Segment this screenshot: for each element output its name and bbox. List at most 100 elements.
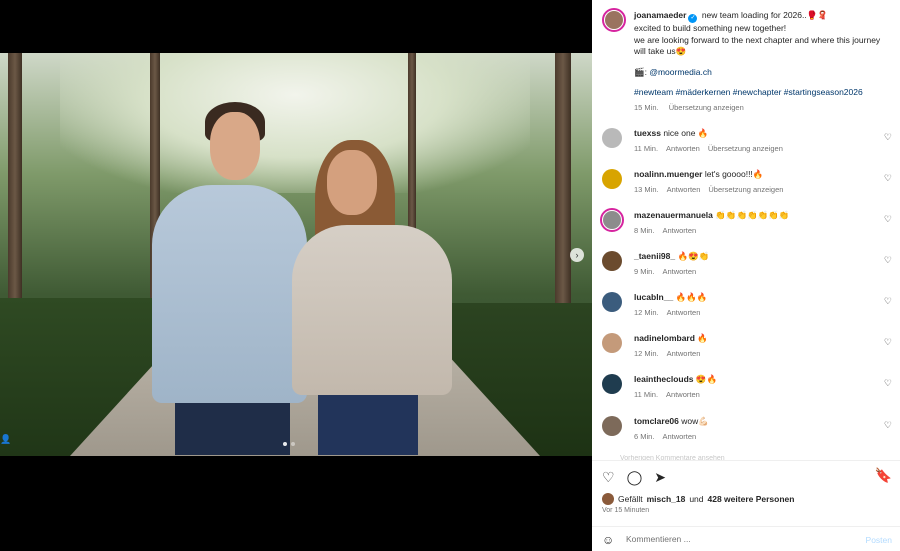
comment-username[interactable]: lucabln__ (634, 292, 673, 302)
like-heart-icon[interactable]: ♡ (602, 469, 615, 486)
comment-input[interactable] (626, 532, 846, 546)
comment-item: _taenii98_ 🔥😍👏 9 Min. Antworten ♡ (602, 251, 892, 287)
translate-link[interactable]: Übersetzung anzeigen (708, 144, 783, 153)
comment-username[interactable]: _taenii98_ (634, 251, 675, 261)
photo-sky (60, 53, 530, 193)
next-image-button[interactable]: › (570, 248, 584, 262)
heart-icon[interactable]: ♡ (884, 420, 892, 431)
comment-time: 13 Min. (634, 185, 659, 194)
author-avatar-image (605, 11, 623, 29)
comment-item: lucabln__ 🔥🔥🔥 12 Min. Antworten ♡ (602, 292, 892, 328)
caption-hashtags[interactable]: #newteam #mäderkernen #newchapter #start… (634, 87, 894, 99)
caption-line-1: new team loading for 2026..🥊🧣 (701, 10, 828, 20)
heart-icon[interactable]: ♡ (884, 214, 892, 225)
person-2-legs (318, 385, 418, 455)
user-tag-icon[interactable]: 👤 (0, 434, 11, 444)
heart-icon[interactable]: ♡ (884, 173, 892, 184)
person-2-face (327, 150, 377, 215)
likes-user-link[interactable]: misch_18 (647, 494, 686, 504)
reply-button[interactable]: Antworten (667, 308, 701, 317)
heart-icon[interactable]: ♡ (884, 378, 892, 389)
heart-icon[interactable]: ♡ (884, 337, 892, 348)
comment-time: 6 Min. (634, 432, 655, 441)
likes-middle: und (689, 494, 704, 504)
carousel-indicator (283, 442, 295, 446)
caption-line-2: excited to build something new together! (634, 23, 787, 33)
post-comment-button[interactable]: Posten (866, 535, 892, 545)
person-1-jacket (152, 185, 307, 403)
comment-item: mazenauermanuela 👏👏👏👏👏👏👏 8 Min. Antworten… (600, 208, 892, 246)
carousel-dot (283, 442, 287, 446)
comment-text: 😍🔥 (695, 374, 718, 384)
comment-time: 12 Min. (634, 308, 659, 317)
reply-button[interactable]: Antworten (662, 432, 696, 441)
comment-text: 👏👏👏👏👏👏👏 (715, 210, 790, 220)
liker-avatar[interactable] (602, 493, 614, 505)
comment-bubble-icon[interactable]: ◯ (627, 469, 643, 486)
post-timestamp: Vor 15 Minuten (602, 507, 650, 514)
comment-time: 12 Min. (634, 349, 659, 358)
comment-avatar[interactable] (602, 251, 622, 271)
comment-time: 11 Min. (634, 390, 659, 399)
verified-badge-icon: ✓ (688, 14, 698, 23)
comment-item: leaintheclouds 😍🔥 11 Min. Antworten ♡ (602, 374, 892, 410)
bookmark-icon[interactable]: 🔖 (875, 467, 892, 484)
reply-button[interactable]: Antworten (662, 226, 696, 235)
author-avatar[interactable] (602, 8, 626, 32)
comment-time: 9 Min. (634, 267, 655, 276)
reply-button[interactable]: Antworten (662, 267, 696, 276)
caption-username[interactable]: joanamaeder (634, 10, 686, 20)
comment-username[interactable]: tomclare06 (634, 416, 679, 426)
heart-icon[interactable]: ♡ (884, 296, 892, 307)
comment-avatar[interactable] (600, 208, 624, 232)
translate-link[interactable]: Übersetzung anzeigen (708, 185, 783, 194)
heart-icon[interactable]: ♡ (884, 255, 892, 266)
comment-username[interactable]: leaintheclouds (634, 374, 694, 384)
share-paper-plane-icon[interactable]: ➤ (654, 469, 666, 486)
reply-button[interactable]: Antworten (667, 185, 701, 194)
caption-translate-link[interactable]: Übersetzung anzeigen (669, 103, 744, 112)
post-media: › 👤 (0, 0, 592, 551)
heart-icon[interactable]: ♡ (884, 132, 892, 143)
comment-avatar[interactable] (602, 169, 622, 189)
comment-avatar[interactable] (602, 374, 622, 394)
comment-username[interactable]: tuexss (634, 128, 661, 138)
likes-count-link[interactable]: 428 weitere Personen (708, 494, 795, 504)
comment-username[interactable]: noalinn.muenger (634, 169, 702, 179)
comment-item: nadinelombard 🔥 12 Min. Antworten ♡ (602, 333, 892, 369)
comment-text: 🔥🔥🔥 (675, 292, 708, 302)
comment-time: 11 Min. (634, 144, 659, 153)
likes-summary: Gefällt misch_18 und 428 weitere Persone… (602, 493, 794, 505)
comment-item: tomclare06 wow💪🏻 6 Min. Antworten ♡ (602, 416, 892, 452)
comment-username[interactable]: nadinelombard (634, 333, 695, 343)
comment-avatar[interactable] (602, 292, 622, 312)
comment-text: let's goooo!!!🔥 (704, 169, 764, 179)
reply-button[interactable]: Antworten (667, 349, 701, 358)
comment-time: 8 Min. (634, 226, 655, 235)
comment-item: tuexss nice one 🔥 11 Min. Antworten Überse… (602, 128, 892, 164)
post-photo[interactable] (0, 53, 592, 456)
comment-item: noalinn.muenger let's goooo!!!🔥 13 Min. A… (602, 169, 892, 205)
carousel-dot (291, 442, 295, 446)
clapperboard-icon: 🎬: (634, 66, 647, 77)
comments-panel: joanamaeder ✓ new team loading for 2026..… (592, 0, 900, 551)
comment-username[interactable]: mazenauermanuela (634, 210, 713, 220)
credit-mention-link[interactable]: @moormedia.ch (649, 67, 711, 77)
comment-composer: ☺ Posten (592, 526, 900, 551)
comment-avatar[interactable] (602, 416, 622, 436)
post-caption: joanamaeder ✓ new team loading for 2026..… (634, 10, 894, 113)
reply-button[interactable]: Antworten (666, 390, 700, 399)
chevron-right-icon: › (575, 250, 579, 260)
comment-avatar[interactable] (602, 333, 622, 353)
comment-text: 🔥 (697, 333, 708, 343)
comment-avatar[interactable] (602, 128, 622, 148)
comment-text: 🔥😍👏 (677, 251, 710, 261)
person-2-sweater (292, 225, 452, 395)
likes-prefix: Gefällt (618, 494, 643, 504)
person-1-face (210, 112, 260, 180)
comment-avatar-image (603, 211, 621, 229)
caption-line-3: we are looking forward to the next chapt… (634, 34, 881, 57)
comment-text: wow💪🏻 (681, 416, 709, 426)
emoji-smiley-icon[interactable]: ☺ (602, 533, 614, 547)
reply-button[interactable]: Antworten (666, 144, 700, 153)
